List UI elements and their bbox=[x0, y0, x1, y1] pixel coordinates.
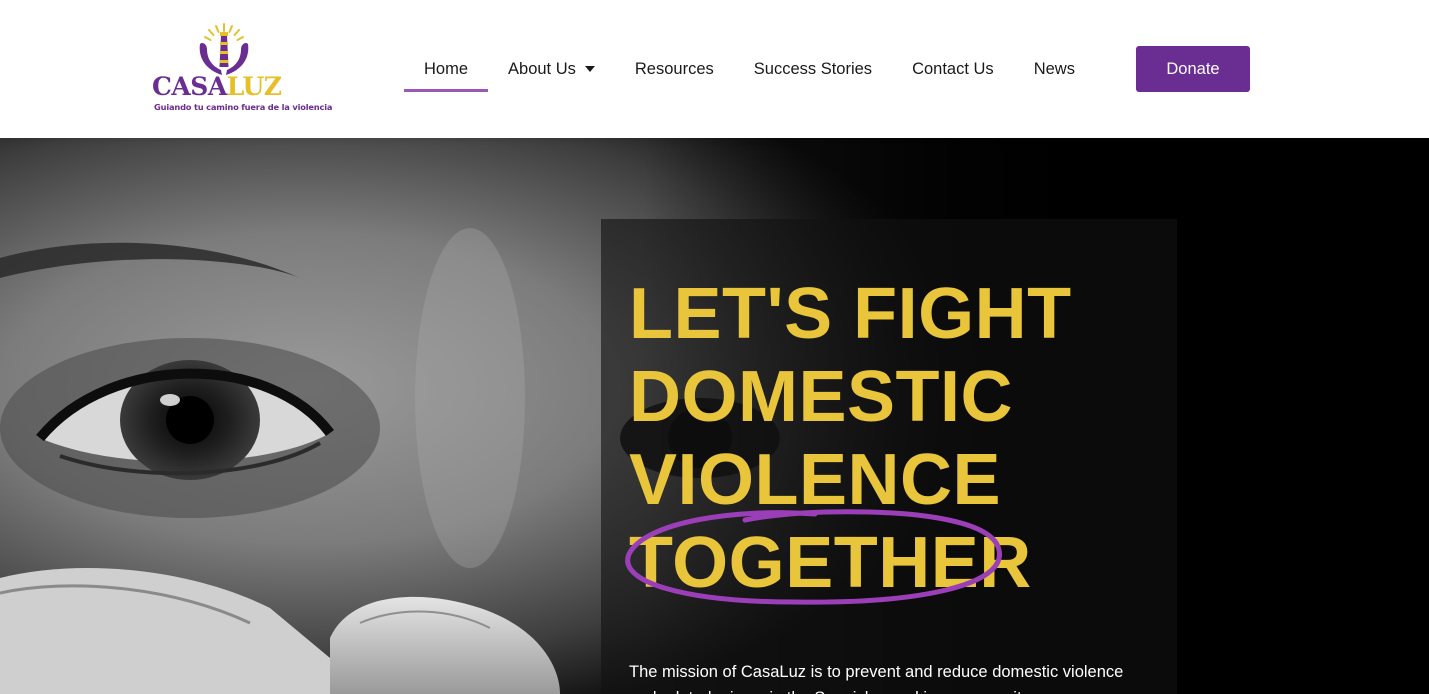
casaluz-logo[interactable]: CASALUZ Guiando tu camino fuera de la vi… bbox=[150, 22, 332, 118]
logo-word-casa: CASA bbox=[152, 72, 227, 101]
headline-line-4: TOGETHER bbox=[629, 523, 1032, 603]
nav-home-label: Home bbox=[424, 59, 469, 78]
nav-about-us[interactable]: About Us bbox=[488, 46, 615, 92]
nav-home[interactable]: Home bbox=[404, 46, 489, 92]
nav-resources[interactable]: Resources bbox=[615, 46, 734, 92]
headline-line-1: LET'S FIGHT bbox=[629, 274, 1072, 354]
site-header: CASALUZ Guiando tu camino fuera de la vi… bbox=[0, 0, 1429, 138]
headline-line-2: DOMESTIC bbox=[629, 357, 1014, 437]
nav-news-label: News bbox=[1033, 59, 1075, 78]
logo-tagline: Guiando tu camino fuera de la violencia bbox=[154, 102, 333, 112]
mission-statement: The mission of CasaLuz is to prevent and… bbox=[629, 663, 1124, 694]
nav-about-us-label: About Us bbox=[508, 59, 576, 78]
hero-text-card: LET'S FIGHT DOMESTIC VIOLENCE TOGETHER T… bbox=[601, 219, 1177, 694]
nav-resources-label: Resources bbox=[634, 59, 714, 78]
nav-news[interactable]: News bbox=[1014, 46, 1095, 92]
nav-success-stories[interactable]: Success Stories bbox=[734, 46, 892, 92]
hero-headline: LET'S FIGHT DOMESTIC VIOLENCE TOGETHER bbox=[625, 273, 1072, 605]
logo-wordmark: CASALUZ bbox=[152, 74, 282, 99]
headline-line-4-wrap: TOGETHER bbox=[625, 509, 1032, 605]
headline-line-3: VIOLENCE bbox=[629, 440, 1002, 520]
hero-section: LET'S FIGHT DOMESTIC VIOLENCE TOGETHER T… bbox=[0, 138, 1429, 694]
nav-contact-us[interactable]: Contact Us bbox=[892, 46, 1014, 92]
lighthouse-hands-icon bbox=[199, 23, 249, 75]
caret-down-icon bbox=[584, 66, 595, 72]
logo-word-luz: LUZ bbox=[226, 72, 282, 101]
main-nav: Home About Us Resources Success Stories … bbox=[404, 46, 1095, 92]
nav-contact-us-label: Contact Us bbox=[912, 59, 994, 78]
nav-success-stories-label: Success Stories bbox=[753, 59, 873, 78]
donate-button[interactable]: Donate bbox=[1136, 46, 1250, 92]
